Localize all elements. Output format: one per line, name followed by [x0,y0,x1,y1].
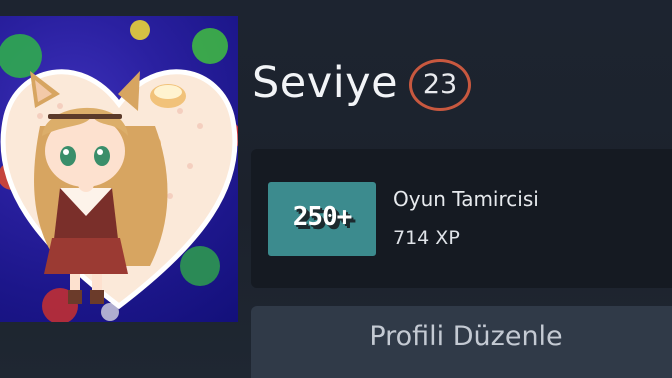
badge-icon: 250+ [268,182,376,256]
badge-icon-text: 250+ [292,202,353,232]
level-label: Seviye [252,58,399,108]
badge-name: Oyun Tamircisi [393,187,539,211]
edit-profile-button[interactable]: Profili Düzenle [251,306,672,378]
avatar-artwork [0,20,238,322]
profile-avatar[interactable] [0,16,238,322]
featured-badge-card[interactable]: 250+ Oyun Tamircisi 714 XP [251,149,672,288]
level-badge: 23 [409,59,471,111]
badge-xp: 714 XP [393,227,460,249]
